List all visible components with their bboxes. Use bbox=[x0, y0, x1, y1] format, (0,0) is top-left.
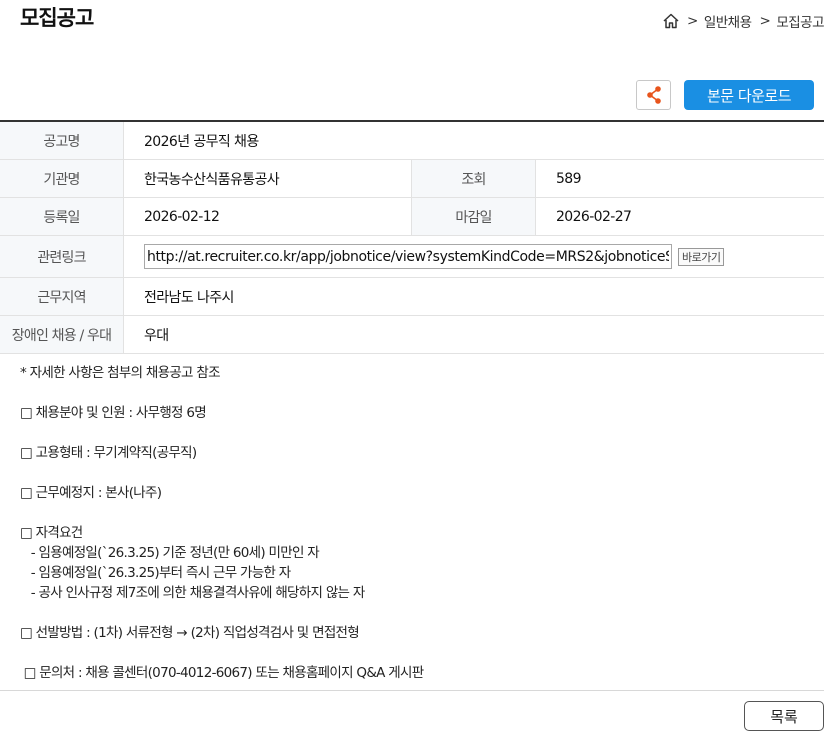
share-button[interactable] bbox=[636, 80, 671, 110]
disability-value: 우대 bbox=[144, 327, 169, 344]
share-icon bbox=[646, 86, 661, 104]
table-row: 근무지역 전라남도 나주시 bbox=[0, 278, 824, 316]
list-button[interactable]: 목록 bbox=[744, 701, 824, 731]
body-line: □ 고용형태 : 무기계약직(공무직) bbox=[20, 445, 197, 461]
table-row: 기관명 한국농수산식품유통공사 조회 589 bbox=[0, 160, 824, 198]
home-icon[interactable] bbox=[662, 12, 680, 30]
table-row: 공고명 2026년 공무직 채용 bbox=[0, 122, 824, 160]
breadcrumb: > 일반채용 > 모집공고 bbox=[662, 11, 824, 31]
table-row: 장애인 채용 / 우대 우대 bbox=[0, 316, 824, 354]
reg-date-label: 등록일 bbox=[0, 198, 124, 235]
region-label: 근무지역 bbox=[0, 278, 124, 315]
body-line: □ 자격요건 bbox=[20, 525, 83, 541]
body-line: □ 선발방법 : (1차) 서류전형 → (2차) 직업성격검사 및 면접전형 bbox=[20, 625, 360, 641]
reg-date-value: 2026-02-12 bbox=[124, 198, 412, 235]
breadcrumb-item-general-recruit[interactable]: 일반채용 bbox=[704, 11, 752, 31]
breadcrumb-item-notice[interactable]: 모집공고 bbox=[776, 11, 824, 31]
org-label: 기관명 bbox=[0, 160, 124, 197]
body-line: - 임용예정일(`26.3.25) 기준 정년(만 60세) 미만인 자 bbox=[20, 545, 320, 561]
body-line: □ 문의처 : 채용 콜센터(070-4012-6067) 또는 채용홈페이지 … bbox=[20, 665, 425, 681]
body-line: * 자세한 사항은 첨부의 채용공고 참조 bbox=[20, 365, 221, 381]
notice-info-table: 공고명 2026년 공무직 채용 기관명 한국농수산식품유통공사 조회 589 … bbox=[0, 120, 824, 354]
link-label: 관련링크 bbox=[0, 236, 124, 277]
page-title: 모집공고 bbox=[20, 6, 94, 30]
org-value: 한국농수산식품유통공사 bbox=[124, 160, 412, 197]
divider bbox=[0, 690, 824, 691]
go-link-button[interactable]: 바로가기 bbox=[678, 247, 725, 266]
breadcrumb-separator: > bbox=[759, 13, 771, 29]
body-line: - 공사 인사규정 제7조에 의한 채용결격사유에 해당하지 않는 자 bbox=[20, 585, 366, 601]
views-label: 조회 bbox=[412, 160, 536, 197]
body-line: - 임용예정일(`26.3.25)부터 즉시 근무 가능한 자 bbox=[20, 565, 291, 581]
link-cell: 바로가기 bbox=[124, 236, 824, 277]
title-value: 2026년 공무직 채용 bbox=[144, 133, 259, 150]
notice-body: * 자세한 사항은 첨부의 채용공고 참조 □ 채용분야 및 인원 : 사무행정… bbox=[20, 363, 425, 683]
body-line: □ 근무예정지 : 본사(나주) bbox=[20, 485, 162, 501]
download-body-button[interactable]: 본문 다운로드 bbox=[684, 80, 814, 110]
deadline-label: 마감일 bbox=[412, 198, 536, 235]
related-link-input[interactable] bbox=[144, 244, 672, 269]
region-value: 전라남도 나주시 bbox=[144, 289, 234, 306]
breadcrumb-separator: > bbox=[687, 13, 698, 29]
deadline-value: 2026-02-27 bbox=[556, 208, 632, 225]
table-row: 등록일 2026-02-12 마감일 2026-02-27 bbox=[0, 198, 824, 236]
body-line: □ 채용분야 및 인원 : 사무행정 6명 bbox=[20, 405, 207, 421]
title-label: 공고명 bbox=[0, 122, 124, 159]
table-row: 관련링크 바로가기 bbox=[0, 236, 824, 278]
views-value: 589 bbox=[556, 170, 582, 187]
disability-label: 장애인 채용 / 우대 bbox=[0, 316, 124, 353]
